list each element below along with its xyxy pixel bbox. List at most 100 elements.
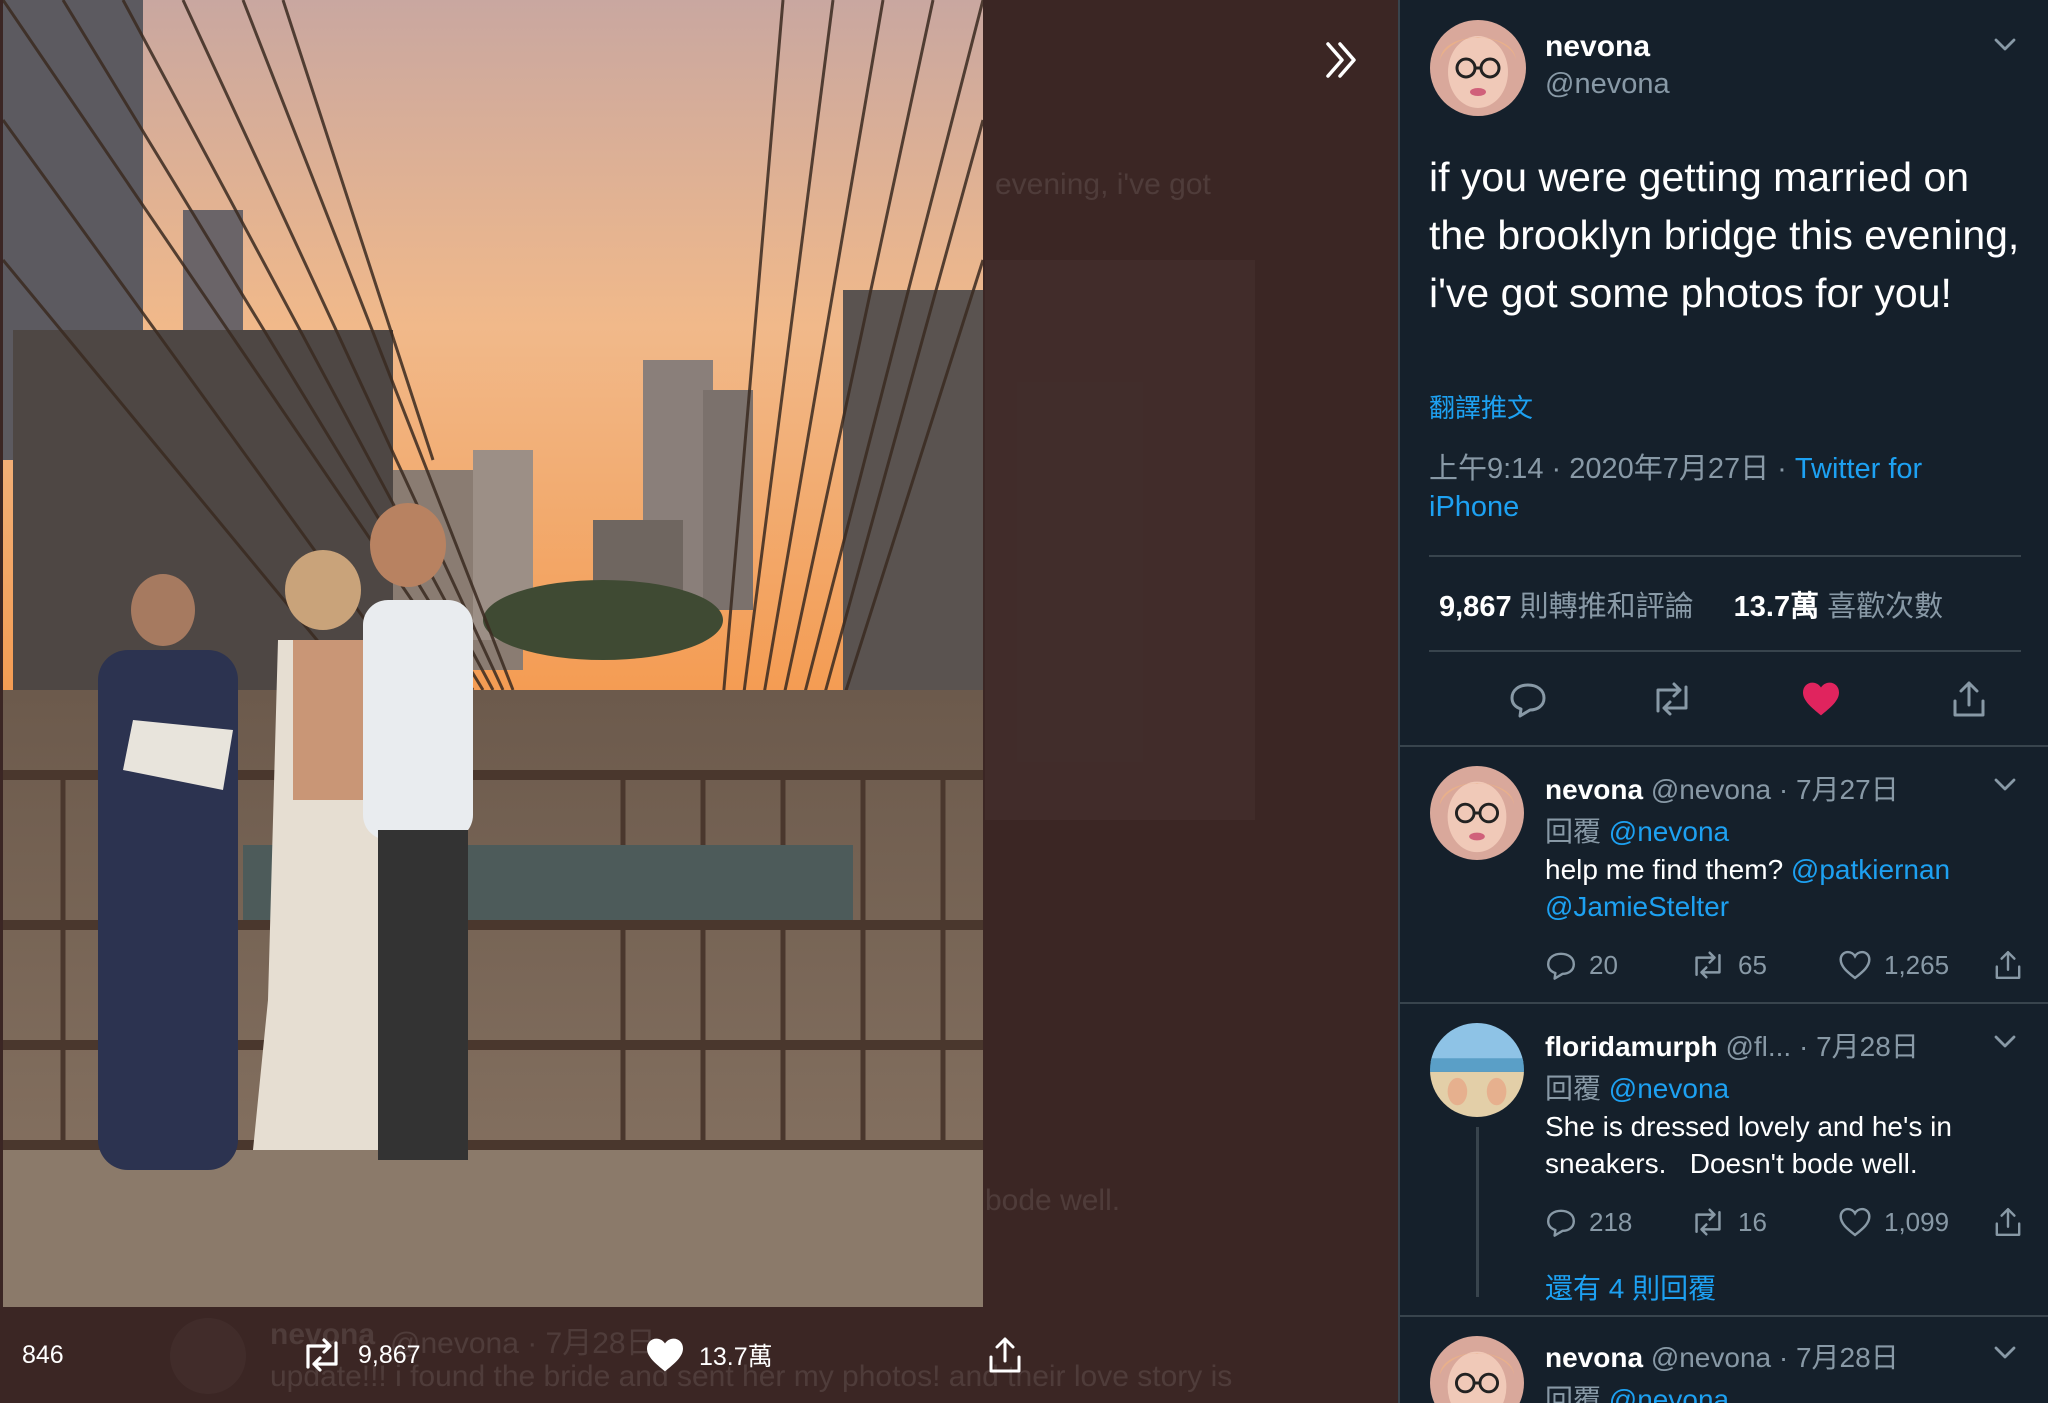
reply-menu-button[interactable] [1990,1338,2020,1368]
reply-to-prefix: 回覆 [1545,816,1602,847]
like-button[interactable] [1797,675,1845,723]
reply-text-plain: help me find them? [1545,854,1791,885]
retweet-icon [1656,682,1688,716]
like-button[interactable]: 1,099 [1838,1202,1949,1242]
share-icon [1953,681,1985,717]
brooklyn-bridge-wedding-photo [3,0,983,1307]
translate-tweet-link[interactable]: 翻譯推文 [1429,388,1533,425]
divider [1400,745,2048,747]
share-button[interactable] [1992,1202,2024,1242]
photo-like-button[interactable]: 13.7萬 [645,1330,773,1380]
reply-action-bar: 218 16 1,099 [1545,1202,2025,1242]
photo-action-bar: 846 9,867 13.7萬 [0,1330,1398,1380]
retweets-stat-value: 9,867 [1439,591,1512,623]
retweet-button[interactable]: 16 [1690,1202,1767,1242]
chevron-down-icon [1994,1346,2016,1359]
reply-count: 218 [1589,1206,1633,1237]
reply-to-handle[interactable]: @nevona [1609,816,1729,847]
avatar[interactable] [1430,1336,1524,1403]
retweet-button[interactable]: 65 [1690,945,1767,985]
divider [1429,650,2021,652]
heart-filled-icon [1803,682,1839,716]
reply-icon [1547,1209,1575,1237]
reply-handle-date[interactable]: @nevona · 7月27日 [1651,774,1899,805]
reply-item[interactable]: nevona @nevona · 7月27日 回覆 @nevona help m… [1400,748,2048,1000]
photo-retweet-count: 9,867 [358,1340,421,1369]
reply-author-name[interactable]: floridamurph [1545,1031,1718,1062]
reply-item[interactable]: floridamurph @fl... · 7月28日 回覆 @nevona S… [1400,1005,2048,1315]
reply-menu-button[interactable] [1990,1027,2020,1057]
retweets-stat-label: 則轉推和評論 [1519,591,1694,623]
share-button[interactable] [1992,945,2024,985]
reply-to-prefix: 回覆 [1545,1073,1602,1104]
reply-handle-date[interactable]: @nevona · 7月28日 [1651,1342,1899,1373]
ghost-text-evening: evening, i've got [995,168,1211,201]
photo-retweet-button[interactable]: 9,867 [300,1330,421,1380]
retweet-icon [1695,951,1721,979]
author-handle[interactable]: @nevona [1545,68,1670,101]
reply-text: She is dressed lovely and he's in sneake… [1545,1111,1960,1179]
tweet-menu-button[interactable] [1990,30,2020,60]
media-viewer: evening, i've got bode well. nevona @nev… [0,0,1398,1403]
reply-handle-date[interactable]: @fl... · 7月28日 [1725,1031,1918,1062]
divider [1400,1002,2048,1004]
avatar-image [1430,1023,1524,1117]
tweet-detail-panel: nevona @nevona if you were getting marri… [1398,0,2048,1403]
reply-action-bar: 20 65 1,265 [1545,945,2025,985]
reply-header: nevona @nevona · 7月28日 [1545,1336,1899,1376]
reply-button[interactable] [1504,675,1552,723]
ghost-image-block [985,260,1255,820]
reply-text: help me find them? @patkiernan @JamieStel… [1545,851,2025,925]
photo-reply-count: 846 [22,1340,64,1369]
tweet-meta: 上午9:14 · 2020年7月27日 · Twitter for iPhone [1429,450,1989,526]
chevron-down-icon [1994,1035,2016,1048]
reply-icon [1547,952,1575,980]
avatar-image [1430,20,1526,116]
avatar[interactable] [1430,766,1524,860]
reply-count: 20 [1589,949,1618,980]
heart-filled-icon [647,1338,683,1372]
divider [1429,555,2021,557]
likes-stat-label: 喜歡次數 [1827,591,1944,623]
retweet-count: 16 [1738,1206,1767,1237]
reply-to-handle[interactable]: @nevona [1609,1073,1729,1104]
like-count: 1,099 [1884,1206,1950,1237]
mention-link[interactable]: @JamieStelter [1545,891,1729,922]
avatar[interactable] [1430,1023,1524,1117]
like-button[interactable]: 1,265 [1838,945,1949,985]
heart-outline-icon [1839,1207,1871,1237]
retweet-button[interactable] [1648,675,1696,723]
photo-reply-button[interactable]: 846 [22,1330,64,1380]
reply-to-line: 回覆 @nevona [1545,1067,1729,1107]
share-icon [1995,951,2021,979]
reply-to-handle[interactable]: @nevona [1609,1384,1729,1403]
divider [1400,1315,2048,1317]
reply-menu-button[interactable] [1990,770,2020,800]
author-name[interactable]: nevona [1545,30,1650,64]
share-icon [989,1337,1021,1373]
mention-link[interactable]: @patkiernan [1791,854,1950,885]
chevron-down-icon [1994,778,2016,791]
avatar-image [1430,766,1524,860]
photo-like-count: 13.7萬 [699,1343,773,1371]
avatar[interactable] [1430,20,1526,116]
hide-panel-button[interactable] [1310,30,1370,90]
reply-item[interactable]: nevona @nevona · 7月28日 回覆 @nevona [1400,1318,2048,1403]
reply-author-name[interactable]: nevona [1545,774,1643,805]
tweet-photo[interactable] [3,0,983,1307]
reply-button[interactable]: 20 [1545,945,1618,985]
reply-button[interactable]: 218 [1545,1202,1632,1242]
reply-to-line: 回覆 @nevona [1545,810,1729,850]
likes-stat[interactable]: 13.7萬 喜歡次數 [1734,583,1944,625]
retweets-stat[interactable]: 9,867 則轉推和評論 [1439,583,1694,625]
photo-share-button[interactable] [985,1330,1025,1380]
show-more-replies-link[interactable]: 還有 4 則回覆 [1545,1267,1716,1307]
tweet-timestamp[interactable]: 上午9:14 · 2020年7月27日 · [1429,453,1795,485]
reply-icon [1510,683,1546,718]
tweet-text: if you were getting married on the brook… [1429,154,2020,316]
reply-author-name[interactable]: nevona [1545,1342,1643,1373]
heart-outline-icon [1839,950,1871,980]
share-button[interactable] [1945,675,1993,723]
share-icon [1995,1208,2021,1236]
reply-to-prefix: 回覆 [1545,1384,1602,1403]
